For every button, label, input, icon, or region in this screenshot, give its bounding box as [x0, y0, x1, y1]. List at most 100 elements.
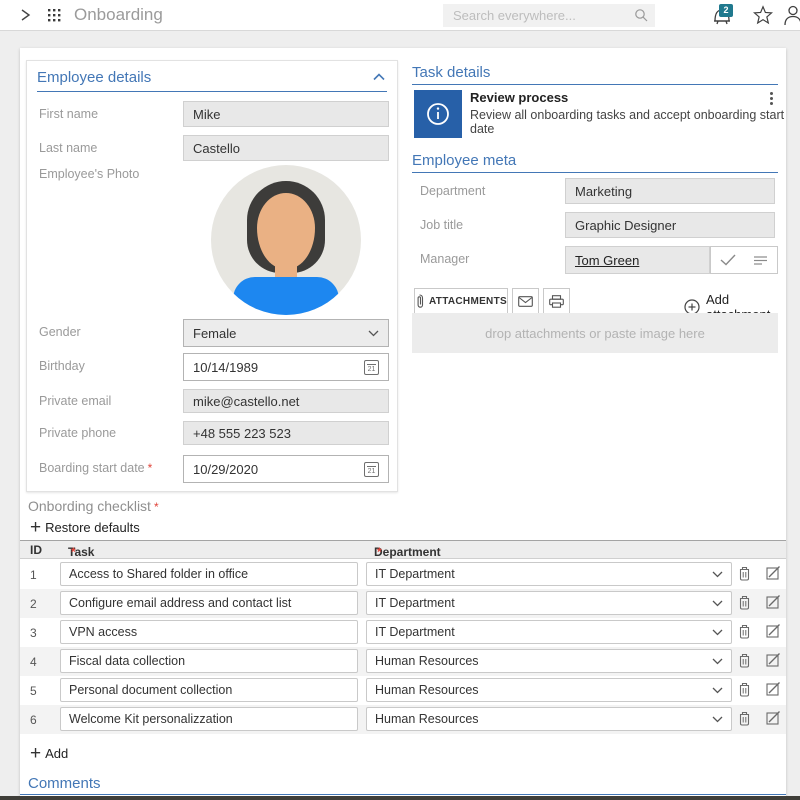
private-phone-label: Private phone — [39, 426, 116, 440]
employee-details-title: Employee details — [37, 69, 151, 86]
department-select[interactable]: Human Resources — [366, 678, 732, 702]
tab-printouts[interactable] — [543, 288, 570, 313]
form-card: Employee details First name Mike Last na… — [20, 48, 786, 800]
paperclip-icon — [415, 294, 424, 308]
avatar-face — [257, 193, 315, 269]
task-name-input[interactable] — [60, 562, 358, 586]
tab-attachments[interactable]: ATTACHMENTS — [414, 288, 508, 313]
last-name-field: Castello — [183, 135, 389, 161]
search-icon[interactable] — [634, 8, 648, 22]
delete-row-icon[interactable] — [738, 565, 751, 581]
manager-link[interactable]: Tom Green — [575, 253, 639, 268]
delete-row-icon[interactable] — [738, 652, 751, 668]
private-email-label: Private email — [39, 394, 111, 408]
app-grid-icon[interactable] — [47, 8, 62, 23]
comments-title: Comments — [28, 775, 101, 792]
section-rule — [412, 172, 778, 173]
task-menu-icon[interactable] — [764, 92, 778, 112]
plus-icon: + — [30, 521, 41, 535]
restore-defaults-button[interactable]: + Restore defaults — [30, 520, 140, 535]
first-name-field: Mike — [183, 101, 389, 127]
chevron-down-icon — [712, 716, 723, 723]
attachments-dropzone[interactable]: drop attachments or paste image here — [412, 313, 778, 353]
edit-row-icon[interactable] — [766, 565, 781, 580]
collapse-section-icon[interactable] — [373, 73, 385, 81]
add-row-button[interactable]: + Add — [30, 746, 68, 761]
boarding-start-date-field[interactable]: 10/29/2020 21 — [183, 455, 389, 483]
task-name-input[interactable] — [60, 678, 358, 702]
calendar-icon[interactable]: 21 — [364, 360, 379, 375]
task-details-title: Task details — [412, 64, 490, 81]
manager-label: Manager — [420, 252, 469, 266]
pick-from-list-icon[interactable] — [753, 255, 768, 266]
row-id: 1 — [30, 568, 37, 582]
task-info-icon — [414, 90, 462, 138]
last-name-label: Last name — [39, 141, 97, 155]
job-title-field: Graphic Designer — [565, 212, 775, 238]
task-name-input[interactable] — [60, 649, 358, 673]
favorites-star-icon[interactable] — [752, 4, 774, 26]
department-field: Marketing — [565, 178, 775, 204]
table-row: 3 IT Department — [20, 618, 786, 647]
department-select[interactable]: IT Department — [366, 620, 732, 644]
topbar: Onboarding 2 — [0, 0, 800, 31]
chevron-down-icon — [712, 600, 723, 607]
task-name-input[interactable] — [60, 707, 358, 731]
table-row: 6 Human Resources — [20, 705, 786, 734]
department-select[interactable]: IT Department — [366, 591, 732, 615]
row-id: 3 — [30, 626, 37, 640]
manager-picker-buttons — [710, 246, 778, 274]
checklist-rows: 1 IT Department 2 IT Department — [20, 560, 786, 734]
birthday-field[interactable]: 10/14/1989 21 — [183, 353, 389, 381]
bottom-bar — [0, 796, 800, 800]
edit-row-icon[interactable] — [766, 594, 781, 609]
employee-photo — [211, 165, 361, 315]
department-label: Department — [420, 184, 485, 198]
department-select[interactable]: Human Resources — [366, 707, 732, 731]
task-name-input[interactable] — [60, 620, 358, 644]
delete-row-icon[interactable] — [738, 681, 751, 697]
delete-row-icon[interactable] — [738, 594, 751, 610]
search-box — [443, 4, 655, 27]
job-title-label: Job title — [420, 218, 463, 232]
table-row: 2 IT Department — [20, 589, 786, 618]
checklist-title: Onbording checklist* — [28, 498, 159, 514]
search-input[interactable] — [443, 4, 655, 27]
edit-row-icon[interactable] — [766, 710, 781, 725]
chevron-down-icon — [368, 330, 379, 337]
table-row: 1 IT Department — [20, 560, 786, 589]
notifications-button[interactable]: 2 — [710, 4, 736, 28]
row-id: 6 — [30, 713, 37, 727]
photo-label: Employee's Photo — [39, 167, 139, 181]
private-phone-field: +48 555 223 523 — [183, 421, 389, 445]
printer-icon — [549, 295, 564, 308]
page-title: Onboarding — [74, 0, 163, 30]
notification-count-badge: 2 — [719, 4, 733, 17]
table-row: 4 Human Resources — [20, 647, 786, 676]
edit-row-icon[interactable] — [766, 652, 781, 667]
delete-row-icon[interactable] — [738, 623, 751, 639]
calendar-icon[interactable]: 21 — [364, 462, 379, 477]
delete-row-icon[interactable] — [738, 710, 751, 726]
manager-field: Tom Green — [565, 246, 710, 274]
row-id: 2 — [30, 597, 37, 611]
gender-select[interactable]: Female — [183, 319, 389, 347]
private-email-field: mike@castello.net — [183, 389, 389, 413]
expand-menu-icon[interactable] — [18, 8, 32, 22]
tab-emails[interactable] — [512, 288, 539, 313]
edit-row-icon[interactable] — [766, 681, 781, 696]
row-id: 4 — [30, 655, 37, 669]
edit-row-icon[interactable] — [766, 623, 781, 638]
chevron-down-icon — [712, 571, 723, 578]
confirm-check-icon[interactable] — [720, 254, 736, 266]
envelope-icon — [518, 296, 533, 307]
boarding-start-date-label: Boarding start date* — [39, 461, 152, 475]
department-select[interactable]: Human Resources — [366, 649, 732, 673]
table-row: 5 Human Resources — [20, 676, 786, 705]
task-name-input[interactable] — [60, 591, 358, 615]
section-rule — [37, 91, 387, 92]
birthday-label: Birthday — [39, 359, 85, 373]
user-profile-icon[interactable] — [783, 4, 800, 26]
first-name-label: First name — [39, 107, 98, 121]
department-select[interactable]: IT Department — [366, 562, 732, 586]
